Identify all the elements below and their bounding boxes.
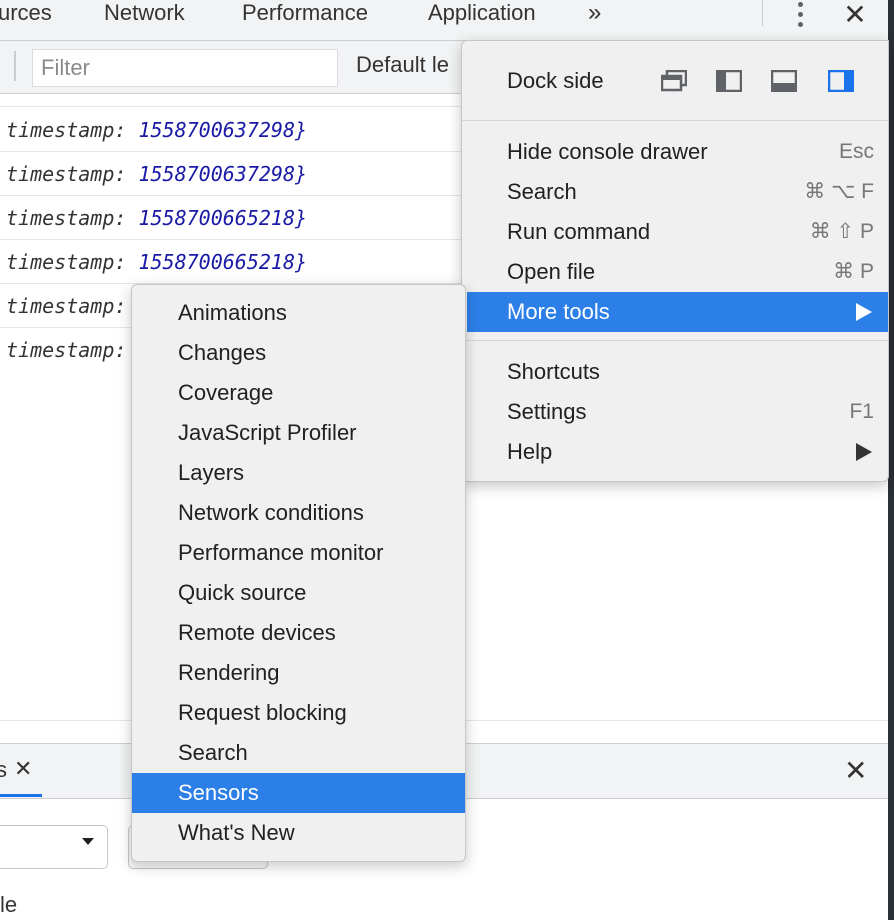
dock-side-label: Dock side <box>507 68 604 93</box>
menu-item-label: Shortcuts <box>507 359 600 384</box>
menu-item-hide-console-drawer[interactable]: Hide console drawer Esc <box>462 132 888 172</box>
submenu-item-remote-devices[interactable]: Remote devices <box>132 613 465 653</box>
menu-item-shortcut: ⌘ ⌥ F <box>804 180 874 203</box>
menu-item-label: Open file <box>507 259 596 284</box>
menu-item-label: More tools <box>507 299 610 324</box>
menu-item-label: Settings <box>507 399 587 424</box>
submenu-item-search[interactable]: Search <box>132 733 465 773</box>
console-line-partial <box>0 63 470 107</box>
menu-divider <box>462 120 888 121</box>
menu-item-more-tools[interactable]: More tools <box>467 292 888 332</box>
submenu-item-request-blocking[interactable]: Request blocking <box>132 693 465 733</box>
close-devtools-icon[interactable]: ✕ <box>840 0 870 30</box>
console-key: timestamp: <box>6 338 127 362</box>
console-key: timestamp: <box>6 118 127 142</box>
customize-menu-kebab-icon[interactable] <box>790 2 810 28</box>
submenu-item-changes[interactable]: Changes <box>132 333 465 373</box>
submenu-item-animations[interactable]: Animations <box>132 293 465 333</box>
tab-performance[interactable]: Performance <box>242 0 368 30</box>
menu-item-search[interactable]: Search ⌘ ⌥ F <box>462 172 888 212</box>
submenu-item-javascript-profiler[interactable]: JavaScript Profiler <box>132 413 465 453</box>
submenu-item-coverage[interactable]: Coverage <box>132 373 465 413</box>
undock-icon[interactable] <box>660 69 688 92</box>
menu-item-run-command[interactable]: Run command ⌘ ⇧ P <box>462 212 888 252</box>
menu-item-label: Help <box>507 439 553 464</box>
tab-sources[interactable]: urces <box>0 0 52 30</box>
menu-item-open-file[interactable]: Open file ⌘ P <box>462 252 888 292</box>
console-value: 1558700637298} <box>138 118 308 142</box>
console-line: timestamp: 1558700665218} <box>0 240 470 284</box>
submenu-item-whats-new[interactable]: What's New <box>132 813 465 853</box>
menu-item-shortcut: F1 <box>849 400 874 423</box>
drawer-select[interactable] <box>0 825 108 869</box>
drawer-tab-label[interactable]: s <box>0 757 7 783</box>
drawer-tab-close-icon[interactable]: ✕ <box>14 756 32 782</box>
close-drawer-icon[interactable]: ✕ <box>844 754 867 787</box>
submenu-item-network-conditions[interactable]: Network conditions <box>132 493 465 533</box>
toolbar-divider <box>762 0 763 26</box>
menu-item-label: Search <box>507 179 577 204</box>
menu-item-label: Hide console drawer <box>507 139 708 164</box>
console-key: timestamp: <box>6 162 127 186</box>
console-key: timestamp: <box>6 206 127 230</box>
menu-item-shortcut: ⌘ P <box>833 260 874 283</box>
menu-item-help[interactable]: Help <box>462 432 888 472</box>
console-key: timestamp: <box>6 250 127 274</box>
dock-right-icon[interactable] <box>827 69 855 93</box>
panel-tab-bar: urces Network Performance Application » … <box>0 0 888 41</box>
menu-item-label: Run command <box>507 219 651 244</box>
submenu-arrow-icon <box>856 303 872 321</box>
menu-item-settings[interactable]: Settings F1 <box>462 392 888 432</box>
console-key: timestamp: <box>6 294 127 318</box>
dock-bottom-icon[interactable] <box>770 69 798 93</box>
tab-application[interactable]: Application <box>428 0 536 30</box>
submenu-item-rendering[interactable]: Rendering <box>132 653 465 693</box>
drawer-text: le <box>0 892 18 917</box>
more-tools-submenu: Animations Changes Coverage JavaScript P… <box>131 284 466 862</box>
chevron-down-icon <box>82 838 94 845</box>
console-value: 1558700665218} <box>138 250 308 274</box>
console-line: timestamp: 1558700665218} <box>0 196 470 240</box>
submenu-item-sensors[interactable]: Sensors <box>132 773 465 813</box>
more-tabs-chevron-icon[interactable]: » <box>588 0 601 29</box>
submenu-arrow-icon <box>856 443 872 461</box>
dock-left-icon[interactable] <box>715 69 743 93</box>
customize-menu: Dock side Hide console drawer Esc Search… <box>461 40 889 482</box>
console-line: timestamp: 1558700637298} <box>0 152 470 196</box>
submenu-item-layers[interactable]: Layers <box>132 453 465 493</box>
menu-item-shortcut: ⌘ ⇧ P <box>809 220 874 243</box>
tab-network[interactable]: Network <box>104 0 185 30</box>
console-value: 1558700637298} <box>138 162 308 186</box>
console-value: 1558700665218} <box>138 206 308 230</box>
submenu-item-performance-monitor[interactable]: Performance monitor <box>132 533 465 573</box>
drawer-tab-underline <box>0 794 42 797</box>
submenu-item-quick-source[interactable]: Quick source <box>132 573 465 613</box>
menu-item-shortcuts[interactable]: Shortcuts <box>462 352 888 392</box>
menu-item-shortcut: Esc <box>838 140 874 163</box>
console-line: timestamp: 1558700637298} <box>0 108 470 152</box>
menu-divider <box>462 340 888 341</box>
